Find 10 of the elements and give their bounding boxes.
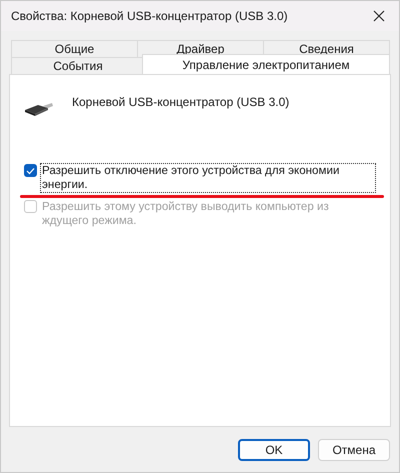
checkbox-label[interactable]: Разрешить отключение этого устройства для экономии энергии. <box>40 163 376 193</box>
tab[interactable]: События <box>11 57 145 74</box>
device-name: Корневой USB-концентратор (USB 3.0) <box>72 95 290 109</box>
usb-plug-icon <box>24 101 54 117</box>
tab[interactable]: Управление электропитанием <box>142 54 390 74</box>
ok-button[interactable]: OK <box>238 438 310 460</box>
window-title: Свойства: Корневой USB-концентратор (USB 3.0) <box>11 9 288 23</box>
cancel-button[interactable]: Отмена <box>318 438 390 460</box>
checkbox[interactable] <box>24 164 37 177</box>
tab[interactable]: Общие <box>11 40 138 57</box>
